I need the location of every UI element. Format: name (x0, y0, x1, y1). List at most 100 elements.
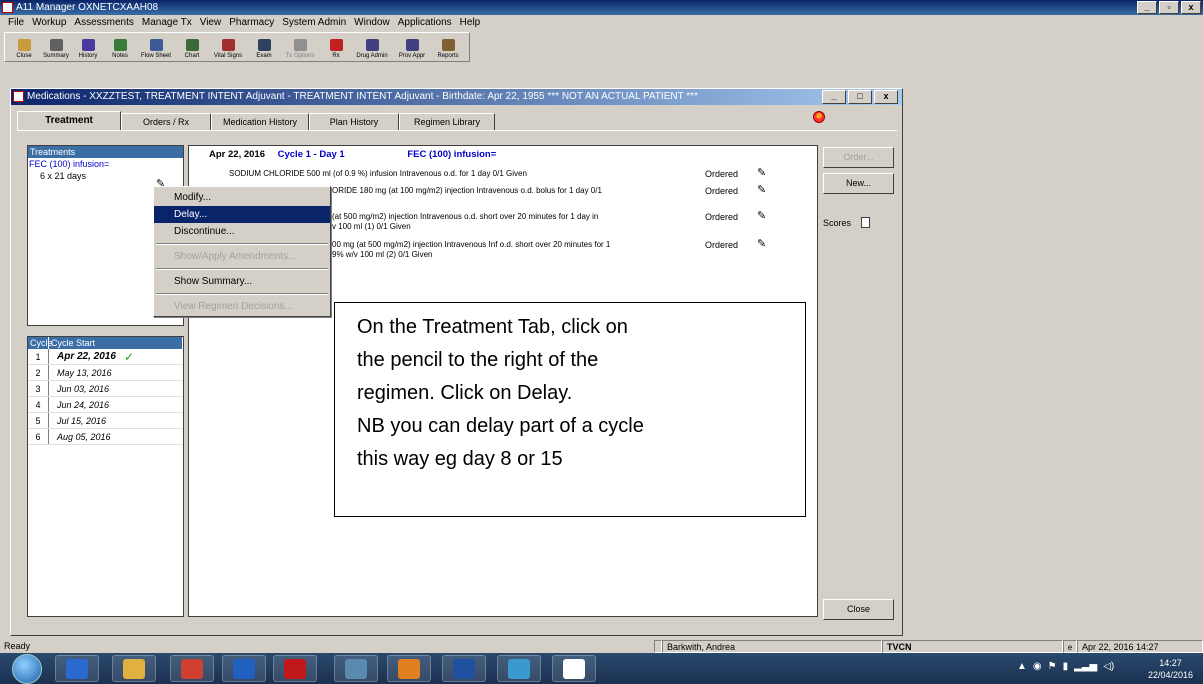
treatment-name[interactable]: FEC (100) infusion= (28, 158, 183, 170)
menu-view[interactable]: View (196, 15, 226, 31)
order-pencil-icon[interactable]: ✎ (757, 209, 766, 222)
medications-title: Medications - XXZZTEST, TREATMENT INTENT… (27, 91, 698, 102)
taskbar-button[interactable] (387, 655, 431, 682)
status-empty (654, 640, 662, 653)
minimize-button[interactable]: _ (1137, 1, 1157, 14)
cycle-row[interactable]: 3 Jun 03, 2016 (28, 381, 183, 397)
taskbar-button[interactable] (334, 655, 378, 682)
menu-item-show-summary[interactable]: Show Summary... (154, 273, 330, 290)
toolbar: Close Summary History Notes Flow Sheet Chart V… (4, 32, 470, 62)
order-pencil-icon[interactable]: ✎ (757, 166, 766, 179)
menu-applications[interactable]: Applications (394, 15, 456, 31)
menu-help[interactable]: Help (456, 15, 485, 31)
menu-item-modify[interactable]: Modify... (154, 189, 330, 206)
callout-line: NB you can delay part of a cycle (357, 415, 644, 437)
taskbar-button[interactable] (442, 655, 486, 682)
order-pencil-icon[interactable]: ✎ (757, 237, 766, 250)
callout-line: the pencil to the right of the (357, 349, 599, 371)
taskbar-button[interactable] (170, 655, 214, 682)
detail-date: Apr 22, 2016 (209, 149, 265, 160)
cycle-start-col-header: Cycle Start (49, 337, 183, 349)
menu-assessments[interactable]: Assessments (70, 15, 137, 31)
menu-file[interactable]: File (4, 15, 28, 31)
taskbar-button[interactable] (112, 655, 156, 682)
context-menu: Modify... Delay... Discontinue... Show/Appl… (153, 186, 331, 317)
tray-network-icon[interactable]: ◉ (1033, 661, 1042, 672)
toolbar-label: Notes (112, 53, 128, 59)
order-button: Order... (823, 147, 894, 168)
tray-signal-icon[interactable]: ▂▃▅ (1074, 661, 1097, 672)
close-app-button[interactable]: x (1181, 1, 1201, 14)
tab-orders-rx[interactable]: Orders / Rx (121, 113, 211, 131)
tab-treatment[interactable]: Treatment (17, 111, 121, 131)
toolbar-close-button[interactable]: Close (9, 33, 39, 61)
toolbar-label: Tx Options (285, 53, 315, 59)
order-pencil-icon[interactable]: ✎ (757, 183, 766, 196)
menu-separator (156, 268, 328, 270)
tab-regimen-library[interactable]: Regimen Library (399, 113, 495, 131)
cycle-row[interactable]: 1 Apr 22, 2016 ✓ (28, 349, 183, 365)
new-button[interactable]: New... (823, 173, 894, 194)
medwin-close-button[interactable]: x (874, 90, 898, 104)
menu-item-discontinue[interactable]: Discontinue... (154, 223, 330, 240)
toolbar-reports-button[interactable]: Reports (433, 33, 463, 61)
taskbar-button[interactable] (222, 655, 266, 682)
taskbar: ▲ ◉ ⚑ ▮ ▂▃▅ ◁) 14:27 22/04/2016 (0, 653, 1203, 684)
taskbar-button[interactable] (273, 655, 317, 682)
toolbar-label: Exam (256, 53, 272, 59)
toolbar-rx-button[interactable]: Rx (321, 33, 351, 61)
alert-icon[interactable]: ⊘ (813, 111, 825, 123)
toolbar-history-button[interactable]: History (73, 33, 103, 61)
cycle-start-date: Jul 15, 2016 (57, 416, 107, 426)
toolbar-summary-button[interactable]: Summary (41, 33, 71, 61)
menu-pharmacy[interactable]: Pharmacy (225, 15, 278, 31)
cycle-row[interactable]: 4 Jun 24, 2016 (28, 397, 183, 413)
window-icon (13, 91, 24, 102)
medwin-minimize-button[interactable]: _ (822, 90, 846, 104)
clock-time: 14:27 (1159, 658, 1182, 668)
tab-plan-history[interactable]: Plan History (309, 113, 399, 131)
menu-system-admin[interactable]: System Admin (278, 15, 350, 31)
taskbar-button[interactable] (497, 655, 541, 682)
tray-power-icon[interactable]: ▮ (1063, 661, 1069, 672)
toolbar-drug-admin-button[interactable]: Drug Admin (353, 33, 391, 61)
restore-button[interactable]: ▫ (1159, 1, 1179, 14)
menu-window[interactable]: Window (350, 15, 394, 31)
toolbar-exam-button[interactable]: Exam (249, 33, 279, 61)
tab-strip: Treatment Orders / Rx Medication History… (17, 111, 495, 131)
toolbar-chart-button[interactable]: Chart (177, 33, 207, 61)
taskbar-button[interactable] (55, 655, 99, 682)
cycle-row[interactable]: 5 Jul 15, 2016 (28, 413, 183, 429)
status-bar: Ready Barkwith, Andrea TVCN e Apr 22, 20… (0, 640, 1203, 653)
toolbar-prov-appr-button[interactable]: Prov Appr (393, 33, 431, 61)
close-button[interactable]: Close (823, 599, 894, 620)
medwin-maximize-button[interactable]: □ (848, 90, 872, 104)
scores[interactable]: Scores (823, 217, 871, 228)
order-text: 9% w/v 100 ml (2) 0/1 Given (332, 250, 433, 259)
menu-manage-tx[interactable]: Manage Tx (138, 15, 196, 31)
toolbar-label: Summary (43, 53, 69, 59)
toolbar-label: Prov Appr (398, 53, 426, 59)
start-button[interactable] (12, 654, 42, 684)
cycle-number: 4 (28, 397, 49, 412)
medwin-controls: _ □ x (822, 90, 898, 104)
menu-workup[interactable]: Workup (28, 15, 70, 31)
checkmark-icon: ✓ (123, 350, 134, 364)
menu-item-delay[interactable]: Delay... (154, 206, 330, 223)
cycle-row[interactable]: 2 May 13, 2016 (28, 365, 183, 381)
tx-options-icon (293, 39, 307, 51)
document-icon[interactable] (861, 217, 871, 228)
toolbar-flow-sheet-button[interactable]: Flow Sheet (137, 33, 175, 61)
toolbar-label: Vital Signs (213, 53, 243, 59)
menu-item-view-regimen-decisions: View Regimen Decisions... (174, 301, 293, 312)
tray-arrow-icon[interactable]: ▲ (1017, 661, 1027, 672)
tray-volume-icon[interactable]: ◁) (1103, 661, 1114, 672)
taskbar-button[interactable] (552, 655, 596, 682)
clock[interactable]: 14:27 22/04/2016 (1148, 657, 1193, 681)
toolbar-vital-signs-button[interactable]: Vital Signs (209, 33, 247, 61)
tray-flag-icon[interactable]: ⚑ (1048, 661, 1057, 672)
tab-medication-history[interactable]: Medication History (211, 113, 309, 131)
cycle-row[interactable]: 6 Aug 05, 2016 (28, 429, 183, 445)
toolbar-notes-button[interactable]: Notes (105, 33, 135, 61)
cycle-number: 6 (28, 429, 49, 444)
